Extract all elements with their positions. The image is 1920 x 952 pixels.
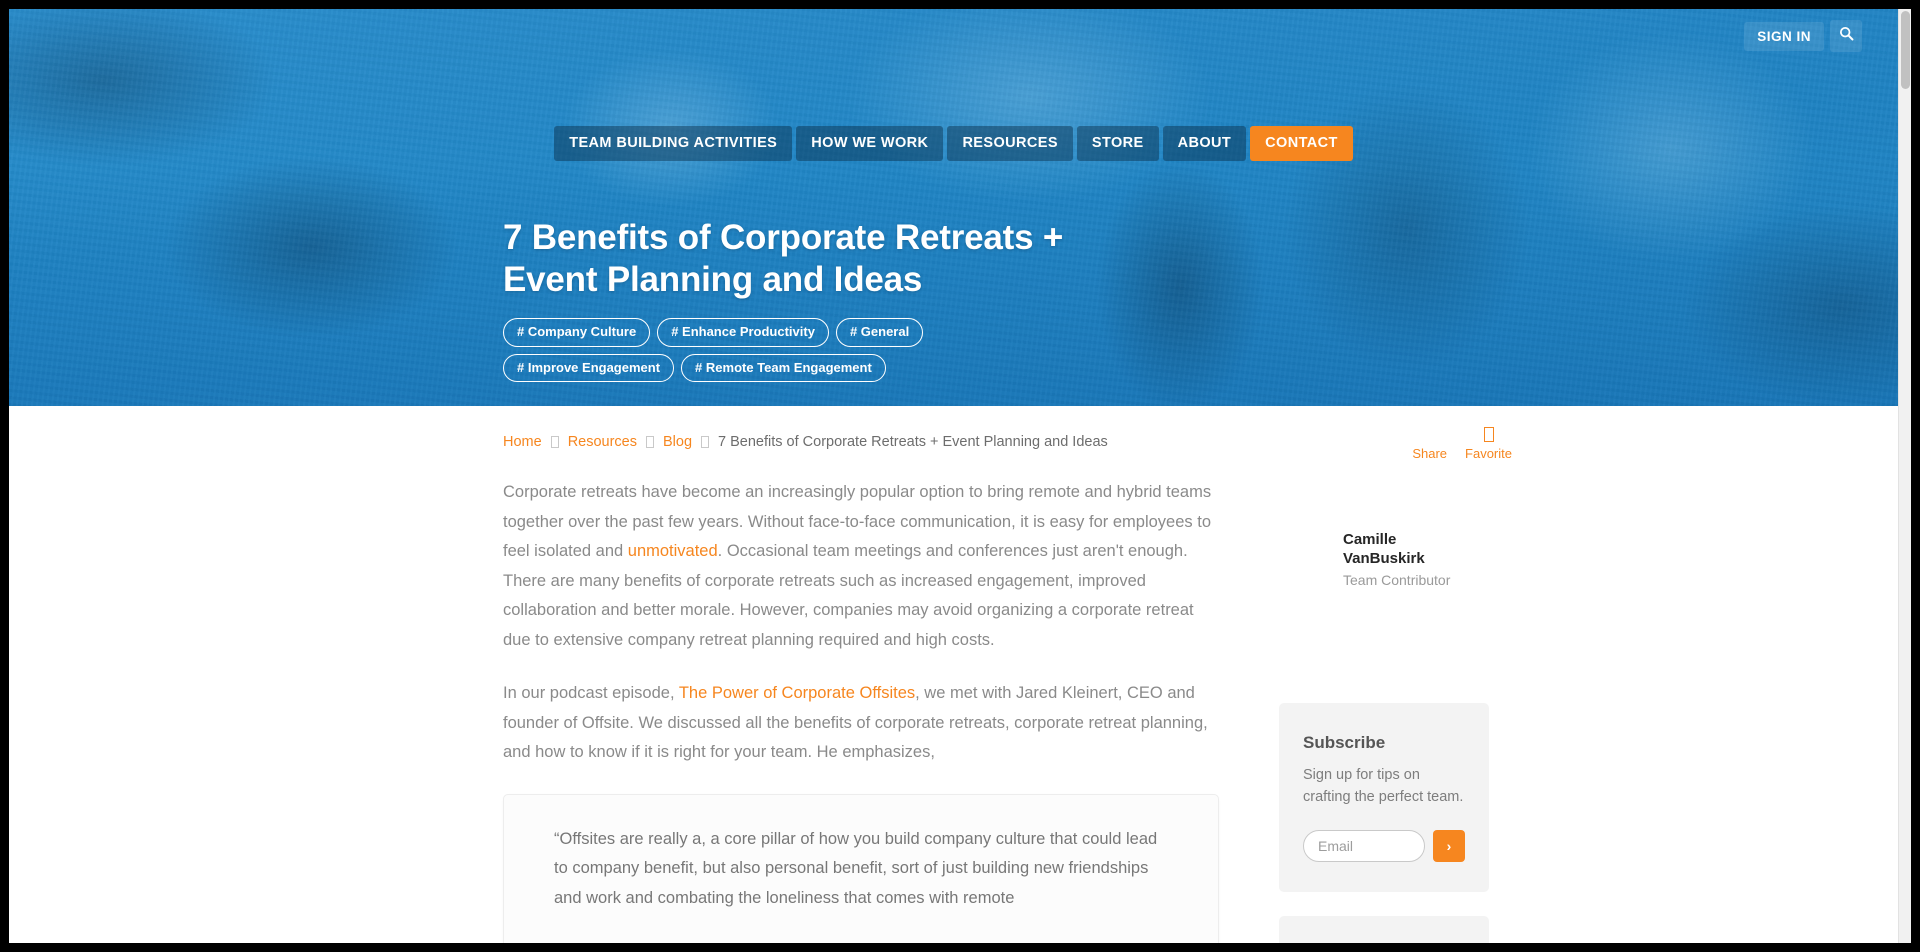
article-body: Corporate retreats have become an increa… [503, 478, 1219, 943]
link-power-of-corporate-offsites[interactable]: The Power of Corporate Offsites [679, 684, 915, 702]
chevron-right-icon [646, 436, 654, 448]
subscribe-card: Subscribe Sign up for tips on crafting t… [1279, 703, 1489, 892]
paragraph-2-text-a: In our podcast episode, [503, 684, 679, 703]
hero-banner: SIGN IN TEAM BUILDING ACTIVITIES HOW WE … [9, 9, 1898, 406]
author-card: Camille VanBuskirk Team Contributor [1257, 530, 1553, 588]
chevron-right-icon [550, 436, 559, 448]
sidebar: Camille VanBuskirk Team Contributor Subs… [1257, 478, 1553, 943]
nav-item-contact[interactable]: CONTACT [1250, 126, 1353, 161]
tag-company-culture[interactable]: # Company Culture [503, 318, 651, 347]
vertical-scrollbar[interactable] [1898, 9, 1911, 943]
favorite-button[interactable]: Favorite [1465, 427, 1512, 461]
article-paragraph-2: In our podcast episode, The Power of Cor… [503, 679, 1219, 768]
article-layout: Corporate retreats have become an increa… [9, 478, 1898, 943]
tag-remote-team-engagement[interactable]: # Remote Team Engagement [681, 353, 886, 383]
subscribe-submit-button[interactable]: › [1433, 829, 1465, 862]
nav-item-resources[interactable]: RESOURCES [947, 126, 1073, 161]
subscribe-title: Subscribe [1303, 733, 1386, 753]
browser-frame: SIGN IN TEAM BUILDING ACTIVITIES HOW WE … [0, 0, 1920, 952]
share-button[interactable]: Share [1412, 426, 1447, 461]
nav-item-how-we-work[interactable]: HOW WE WORK [796, 126, 944, 161]
breadcrumb-item-blog[interactable]: Blog [663, 434, 692, 450]
breadcrumb-item-current: 7 Benefits of Corporate Retreats + Event… [718, 434, 1108, 450]
nav-item-store[interactable]: STORE [1076, 126, 1159, 161]
page-content: Home Resources Blog 7 Benefits of Corpor… [9, 406, 1898, 943]
subscribe-description: Sign up for tips on crafting the perfect… [1303, 767, 1464, 805]
share-label: Share [1412, 446, 1448, 461]
page-viewport: SIGN IN TEAM BUILDING ACTIVITIES HOW WE … [9, 9, 1911, 943]
tag-enhance-productivity[interactable]: # Enhance Productivity [657, 318, 829, 347]
link-unmotivated[interactable]: unmotivated [628, 542, 718, 560]
breadcrumb: Home Resources Blog 7 Benefits of Corpor… [503, 434, 1108, 450]
page-title: 7 Benefits of Corporate Retreats + Event… [503, 218, 1064, 299]
nav-item-about[interactable]: ABOUT [1162, 126, 1247, 161]
pull-quote-card: “Offsites are really a, a core pillar of… [503, 793, 1219, 943]
author-role: Team Contributor [1343, 572, 1451, 589]
heart-icon [1483, 427, 1494, 442]
chevron-right-icon [701, 436, 710, 448]
nav-item-team-building-activities[interactable]: TEAM BUILDING ACTIVITIES [554, 126, 793, 161]
favorite-label: Favorite [1465, 446, 1512, 461]
article-actions: Share Favorite [1412, 426, 1512, 461]
hero-content: 7 Benefits of Corporate Retreats + Event… [503, 217, 1403, 383]
subscribe-form: › [1303, 829, 1465, 862]
search-icon [1839, 26, 1854, 46]
main-navigation: TEAM BUILDING ACTIVITIES HOW WE WORK RES… [9, 126, 1898, 161]
breadcrumb-item-resources[interactable]: Resources [568, 434, 637, 450]
utility-bar: SIGN IN [1744, 20, 1862, 52]
tag-list: # Company Culture # Enhance Productivity… [503, 318, 1098, 383]
breadcrumb-row: Home Resources Blog 7 Benefits of Corpor… [9, 406, 1898, 478]
article-paragraph-1: Corporate retreats have become an increa… [503, 478, 1219, 655]
tag-general[interactable]: # General [835, 318, 924, 347]
tag-improve-engagement[interactable]: # Improve Engagement [503, 353, 675, 383]
sign-in-button[interactable]: SIGN IN [1744, 21, 1824, 51]
scrollbar-thumb[interactable] [1901, 11, 1910, 89]
sidebar-secondary-card [1279, 915, 1489, 943]
email-input[interactable] [1303, 829, 1425, 862]
pull-quote-text: “Offsites are really a, a core pillar of… [554, 829, 1158, 907]
author-name: Camille VanBuskirk [1343, 531, 1425, 568]
breadcrumb-item-home[interactable]: Home [503, 434, 542, 450]
search-button[interactable] [1830, 20, 1862, 52]
